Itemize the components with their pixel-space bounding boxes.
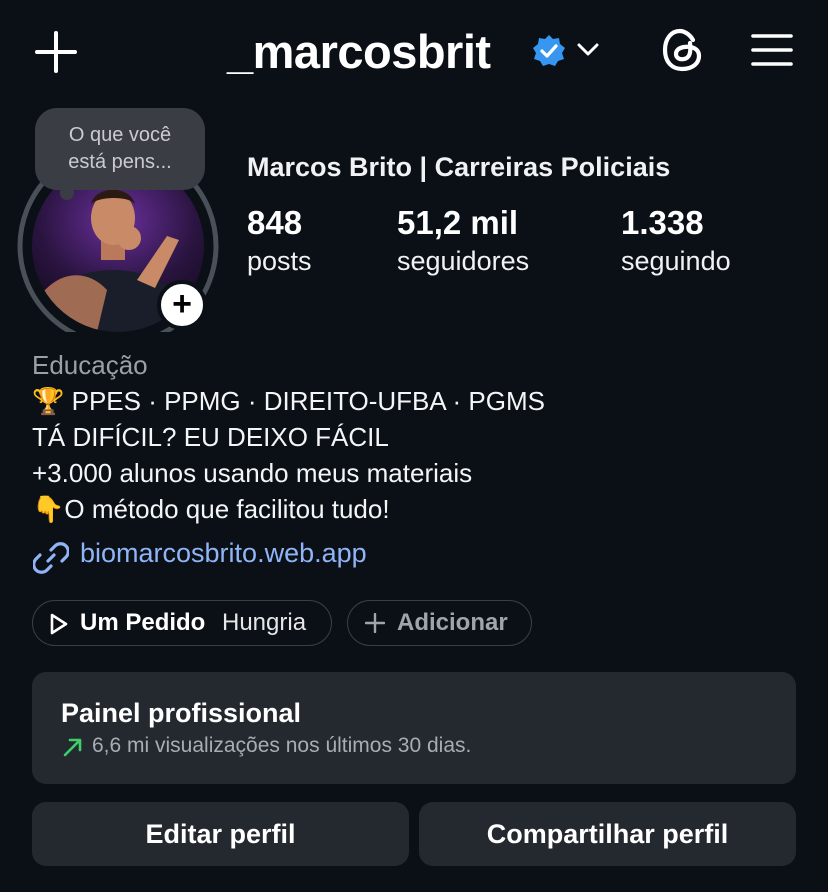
bio-line-4-text: O método que facilitou tudo! [64, 494, 390, 524]
following-count[interactable]: 1.338 [621, 204, 704, 242]
music-artist: Hungria [222, 609, 307, 636]
verified-badge-icon [533, 35, 565, 66]
followers-label[interactable]: seguidores [397, 246, 529, 277]
note-bubble[interactable]: O que você está pens... [35, 108, 205, 190]
plus-icon [365, 613, 385, 633]
note-line-1: O que você [68, 124, 172, 146]
link-icon [33, 542, 69, 574]
bio-link[interactable]: biomarcosbrito.web.app [80, 538, 367, 569]
add-story-button[interactable]: + [157, 280, 207, 330]
bio-line-1: 🏆 PPES · PPMG · DIREITO-UFBA · PGMS [32, 386, 545, 417]
posts-label[interactable]: posts [247, 246, 312, 277]
posts-count[interactable]: 848 [247, 204, 302, 242]
new-post-plus-icon[interactable] [34, 30, 78, 74]
followers-count[interactable]: 51,2 mil [397, 204, 518, 242]
edit-profile-button[interactable]: Editar perfil [32, 802, 409, 866]
share-profile-button[interactable]: Compartilhar perfil [419, 802, 796, 866]
username-text: _marcosbrit [227, 25, 491, 78]
pointing-down-icon: 👇 [32, 494, 65, 524]
note-bubble-tail [60, 186, 74, 200]
profile-full-name: Marcos Brito | Carreiras Policiais [247, 152, 671, 182]
dashboard-subtitle: 6,6 mi visualizações nos últimos 30 dias… [92, 734, 472, 757]
profile-category: Educação [32, 350, 148, 380]
plus-icon: + [172, 285, 192, 323]
dashboard-title: Painel profissional [61, 698, 302, 728]
add-pill[interactable]: Adicionar [347, 600, 532, 646]
trend-up-icon [63, 738, 82, 757]
menu-icon[interactable] [750, 32, 794, 68]
bio-line-1-text: PPES · PPMG · DIREITO-UFBA · PGMS [71, 386, 545, 416]
professional-dashboard-card[interactable]: Painel profissional 6,6 mi visualizações… [32, 672, 796, 784]
music-pill[interactable]: Um Pedido Hungria [32, 600, 332, 646]
note-line-2: está pens... [68, 151, 172, 173]
bio-line-3: +3.000 alunos usando meus materiais [32, 458, 473, 488]
username-switcher[interactable]: _marcosbrit [227, 24, 491, 80]
following-label[interactable]: seguindo [621, 246, 731, 277]
music-title: Um Pedido [80, 609, 206, 636]
bio-line-2: TÁ DIFÍCIL? EU DEIXO FÁCIL [32, 422, 389, 452]
trophy-icon: 🏆 [32, 386, 65, 416]
threads-icon[interactable] [660, 26, 706, 74]
play-icon [50, 613, 68, 635]
add-pill-label: Adicionar [397, 609, 508, 636]
bio-line-4: 👇O método que facilitou tudo! [32, 494, 390, 525]
chevron-down-icon[interactable] [577, 42, 599, 58]
